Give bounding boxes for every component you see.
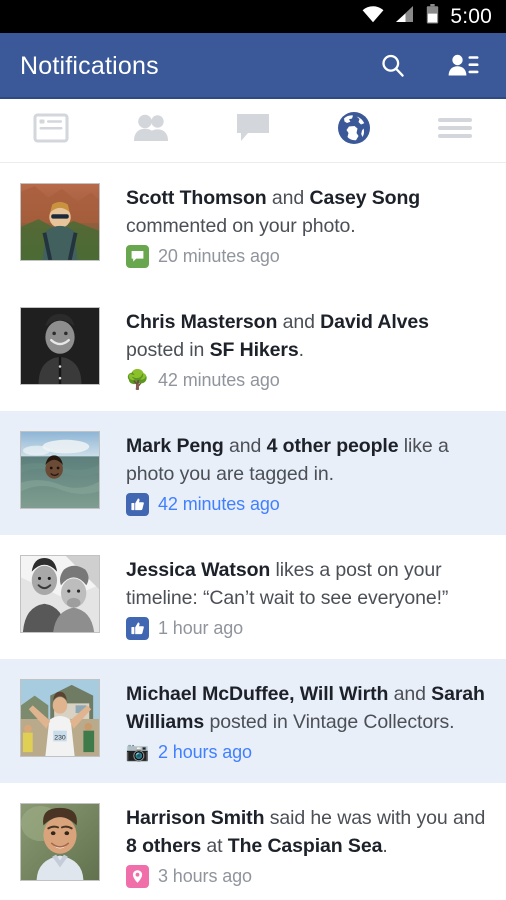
notification-highlight: Jessica Watson — [126, 559, 271, 581]
camera-emoji-icon: 📷 — [126, 742, 149, 763]
notification-timestamp: 42 minutes ago — [158, 370, 280, 390]
notification-text: Michael McDuffee, Will Wirth and Sarah W… — [126, 683, 485, 733]
wifi-icon — [362, 5, 384, 28]
notification-highlight: Scott Thomson — [126, 187, 267, 209]
notification-text: Harrison Smith said he was with you and … — [126, 807, 486, 857]
tab-bar — [0, 99, 506, 163]
app-bar: Notifications — [0, 33, 506, 99]
notification-timestamp: 2 hours ago — [158, 742, 252, 762]
search-icon[interactable] — [376, 49, 410, 83]
notification-timestamp: 3 hours ago — [158, 866, 252, 886]
notification-row[interactable]: Scott Thomson and Casey Song commented o… — [0, 163, 506, 287]
notification-meta: 3 hours ago — [126, 865, 490, 888]
tab-more[interactable] — [405, 99, 506, 162]
notification-body: Michael McDuffee, Will Wirth and Sarah W… — [126, 679, 490, 764]
notification-highlight: 8 others — [126, 835, 202, 857]
notification-timestamp: 20 minutes ago — [158, 246, 280, 266]
notification-text: Chris Masterson and David Alves posted i… — [126, 311, 429, 361]
tab-notifications[interactable] — [304, 99, 405, 162]
notification-row[interactable]: Mark Peng and 4 other people like a phot… — [0, 411, 506, 535]
status-bar: 5:00 — [0, 0, 506, 33]
messages-icon — [234, 111, 272, 150]
page-title: Notifications — [20, 51, 159, 80]
notification-highlight: Casey Song — [309, 187, 421, 209]
notification-highlight: The Caspian Sea — [227, 835, 383, 857]
notification-thumbnail[interactable] — [20, 555, 100, 633]
notification-text: Mark Peng and 4 other people like a phot… — [126, 435, 449, 485]
notification-text: Scott Thomson and Casey Song commented o… — [126, 187, 421, 237]
notification-highlight: SF Hikers — [209, 339, 299, 361]
news-feed-icon — [32, 111, 70, 150]
notification-body: Harrison Smith said he was with you and … — [126, 803, 490, 888]
notification-timestamp: 1 hour ago — [158, 618, 244, 638]
notification-body: Chris Masterson and David Alves posted i… — [126, 307, 490, 392]
notification-thumbnail[interactable] — [20, 803, 100, 881]
location-badge-icon — [126, 865, 149, 888]
app-bar-underline — [0, 97, 506, 99]
notification-thumbnail[interactable] — [20, 431, 100, 509]
notification-row[interactable]: Chris Masterson and David Alves posted i… — [0, 287, 506, 411]
tab-messages[interactable] — [202, 99, 303, 162]
notification-body: Scott Thomson and Casey Song commented o… — [126, 183, 490, 268]
tab-friend-requests[interactable] — [101, 99, 202, 162]
svg-text:230: 230 — [54, 734, 66, 741]
friend-requests-icon[interactable] — [446, 49, 480, 83]
tab-news-feed[interactable] — [0, 99, 101, 162]
notification-thumbnail[interactable] — [20, 183, 100, 261]
status-time: 5:00 — [450, 4, 492, 28]
notification-highlight: Chris Masterson — [126, 311, 278, 333]
notification-highlight: Mark Peng — [126, 435, 224, 457]
notification-text: Jessica Watson likes a post on your time… — [126, 559, 449, 609]
notification-highlight: 4 other people — [266, 435, 399, 457]
like-badge-icon — [126, 617, 149, 640]
notification-row[interactable]: Jessica Watson likes a post on your time… — [0, 535, 506, 659]
notification-body: Jessica Watson likes a post on your time… — [126, 555, 490, 640]
tree-emoji-icon: 🌳 — [126, 370, 149, 391]
globe-icon — [335, 109, 373, 152]
battery-icon — [426, 4, 439, 29]
notification-highlight: Michael McDuffee, Will Wirth — [126, 683, 389, 705]
notification-timestamp: 42 minutes ago — [158, 494, 280, 514]
notification-row[interactable]: 230 Michael McDuffee, Will Wirth and Sara… — [0, 659, 506, 783]
notification-meta: 1 hour ago — [126, 617, 490, 640]
notification-list[interactable]: Scott Thomson and Casey Song commented o… — [0, 163, 506, 900]
notification-body: Mark Peng and 4 other people like a phot… — [126, 431, 490, 516]
notification-meta: 20 minutes ago — [126, 245, 490, 268]
like-badge-icon — [126, 493, 149, 516]
notification-meta: 📷 2 hours ago — [126, 741, 490, 764]
friends-icon — [132, 112, 172, 149]
cellular-signal-icon — [395, 5, 415, 28]
notification-thumbnail[interactable]: 230 — [20, 679, 100, 757]
notification-meta: 42 minutes ago — [126, 493, 490, 516]
notification-row[interactable]: Harrison Smith said he was with you and … — [0, 783, 506, 900]
app-bar-actions — [376, 49, 486, 83]
hamburger-menu-icon — [436, 114, 474, 147]
notification-thumbnail[interactable] — [20, 307, 100, 385]
comment-badge-icon — [126, 245, 149, 268]
notification-highlight: Harrison Smith — [126, 807, 265, 829]
notification-meta: 🌳 42 minutes ago — [126, 369, 490, 392]
notifications-screen: 5:00 Notifications Scott Thomson and Cas… — [0, 0, 506, 900]
notification-highlight: David Alves — [320, 311, 429, 333]
